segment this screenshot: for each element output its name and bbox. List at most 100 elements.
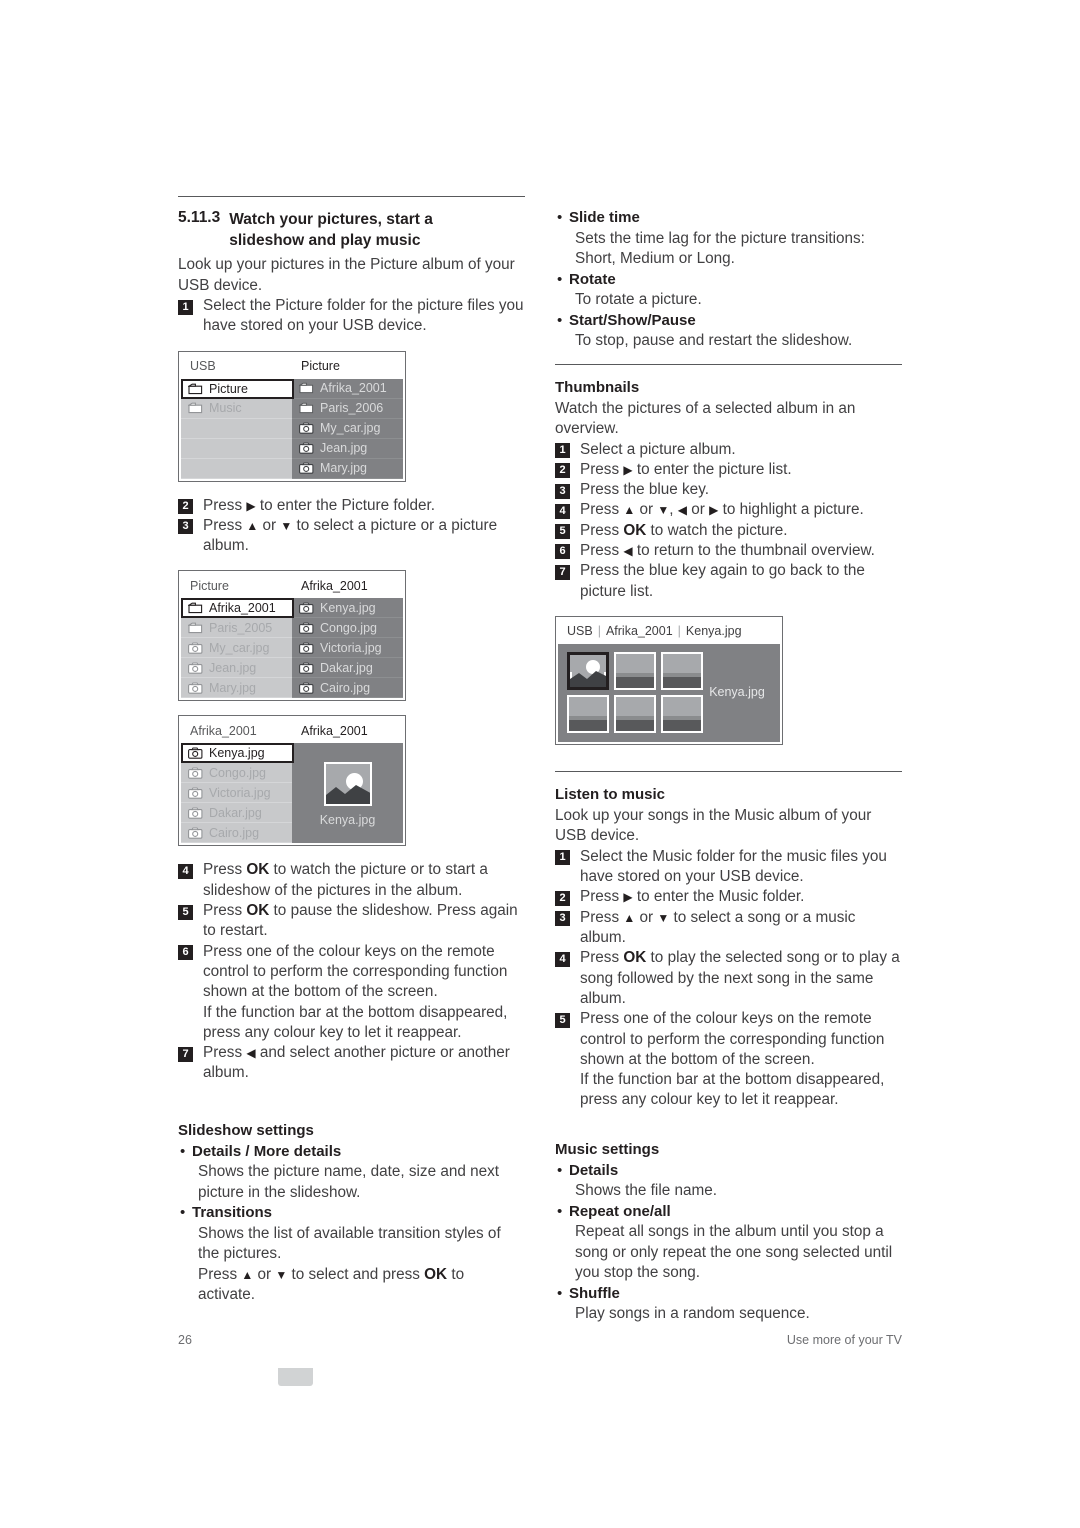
thumbnail-selected[interactable] xyxy=(567,651,609,690)
breadcrumb-item-usb[interactable]: USB xyxy=(567,624,593,638)
step-item: 3 Press the blue key. xyxy=(555,480,902,500)
listen-to-music-heading: Listen to music xyxy=(555,785,666,803)
step-text: Press ▲ or ▼ to select a picture or a pi… xyxy=(203,516,498,555)
list-item-label: Congo.jpg xyxy=(209,765,266,780)
breadcrumb-item-album[interactable]: Afrika_2001 xyxy=(606,624,673,638)
folder-icon xyxy=(298,402,314,414)
list-item-label: Mary.jpg xyxy=(320,461,368,476)
screen-header: Picture Afrika_2001 xyxy=(181,573,403,599)
step-text: Press one of the colour keys on the remo… xyxy=(580,1010,885,1068)
list-item[interactable]: Victoria.jpg xyxy=(292,638,403,659)
screen-header: USB | Afrika_2001 | Kenya.jpg xyxy=(558,618,780,644)
section-title: Watch your pictures, start a slideshow a… xyxy=(229,209,433,251)
thumbnail-grid-body: Kenya.jpg xyxy=(558,643,780,742)
step-text: Press OK to watch the picture. xyxy=(580,521,788,539)
step-item: 4 Press OK to play the selected song or … xyxy=(555,948,902,1009)
list-item[interactable]: Picture xyxy=(181,378,294,399)
thumbnail[interactable] xyxy=(661,651,703,690)
step-badge: 3 xyxy=(178,519,193,535)
bullet-desc: To rotate a picture. xyxy=(575,291,702,308)
list-item-label: Kenya.jpg xyxy=(320,600,376,615)
list-item[interactable]: Paris_2006 xyxy=(292,399,403,419)
arrow-right-icon: ▶ xyxy=(246,498,256,513)
arrow-left-icon: ◀ xyxy=(623,543,633,558)
step-badge: 1 xyxy=(555,850,570,866)
bullet-title: Transitions xyxy=(192,1204,273,1222)
left-pane: Kenya.jpg Congo.jpg Victoria.jpg Dakar.j… xyxy=(181,743,294,844)
bullet-desc: Shows the picture name, date, size and n… xyxy=(198,1163,500,1201)
arrow-up-icon: ▲ xyxy=(623,910,636,925)
step-text: Press ◀ and select another picture or an… xyxy=(203,1044,510,1082)
list-item[interactable]: Mary.jpg xyxy=(292,459,403,479)
slideshow-settings-continued: • Slide time Sets the time lag for the p… xyxy=(555,208,902,352)
step-badge: 1 xyxy=(178,299,193,315)
list-item[interactable]: Afrika_2001 xyxy=(292,379,403,399)
thumbnail[interactable] xyxy=(614,651,656,690)
section-title-line2: slideshow and play music xyxy=(229,232,421,249)
arrow-down-icon: ▼ xyxy=(275,1267,288,1282)
list-item[interactable]: Dakar.jpg xyxy=(181,803,292,824)
list-item[interactable]: Cairo.jpg xyxy=(181,823,292,844)
list-item[interactable]: Afrika_2001 xyxy=(181,598,294,619)
left-column: 5.11.3 Watch your pictures, start a slid… xyxy=(178,196,525,1306)
step-text: Press ▲ or ▼ to select a song or a music… xyxy=(580,908,856,947)
list-item[interactable]: Kenya.jpg xyxy=(181,743,294,764)
list-item-empty xyxy=(181,419,292,439)
bullet-item: • Rotate To rotate a picture. xyxy=(555,270,902,311)
list-item-label: Mary.jpg xyxy=(209,680,257,695)
breadcrumb-item-file[interactable]: Kenya.jpg xyxy=(686,624,742,638)
list-item[interactable]: Congo.jpg xyxy=(292,618,403,639)
step-item: 5 Press one of the colour keys on the re… xyxy=(555,1009,902,1070)
list-item[interactable]: Jean.jpg xyxy=(292,439,403,459)
list-item[interactable]: Paris_2005 xyxy=(181,618,292,639)
step-item-continuation: If the function bar at the bottom disapp… xyxy=(178,1003,525,1044)
list-item-label: Dakar.jpg xyxy=(209,805,262,820)
list-item[interactable]: Victoria.jpg xyxy=(181,783,292,804)
list-item-label: Cairo.jpg xyxy=(320,680,371,695)
step-item: 6 Press ◀ to return to the thumbnail ove… xyxy=(555,541,902,561)
arrow-down-icon: ▼ xyxy=(657,503,670,518)
manual-page: 5.11.3 Watch your pictures, start a slid… xyxy=(0,0,1080,1528)
step-text: Press ▶ to enter the picture list. xyxy=(580,460,792,478)
thumbnails-steps: 1 Select a picture album. 2 Press ▶ to e… xyxy=(555,440,902,602)
list-item[interactable]: Cairo.jpg xyxy=(292,678,403,699)
thumbnail[interactable] xyxy=(567,694,609,733)
camera-icon xyxy=(188,767,203,779)
tv-screen-usb-picture: USB Picture Picture Music Afrika_2001 Pa… xyxy=(178,350,406,482)
list-item[interactable]: Jean.jpg xyxy=(181,658,292,679)
step-text: Press ▲ or ▼, ◀ or ▶ to highlight a pict… xyxy=(580,501,864,519)
arrow-right-icon: ▶ xyxy=(623,890,633,905)
thumbnails-intro: Watch the pictures of a selected album i… xyxy=(555,399,856,438)
folder-icon xyxy=(298,382,314,394)
step-badge: 2 xyxy=(178,499,193,515)
step-badge: 7 xyxy=(178,1046,193,1062)
step-text: Press ◀ to return to the thumbnail overv… xyxy=(580,541,875,559)
list-item[interactable]: Mary.jpg xyxy=(181,678,292,699)
step-badge: 5 xyxy=(555,524,570,540)
list-item[interactable]: My_car.jpg xyxy=(292,419,403,439)
step-item: 3 Press ▲ or ▼ to select a song or a mus… xyxy=(555,908,902,949)
list-item[interactable]: Kenya.jpg xyxy=(292,598,403,619)
thumbnail[interactable] xyxy=(661,694,703,733)
camera-icon xyxy=(188,807,203,819)
breadcrumb-separator: | xyxy=(597,624,601,639)
camera-icon xyxy=(299,682,314,694)
thumbnail[interactable] xyxy=(614,694,656,733)
list-item[interactable]: Congo.jpg xyxy=(181,763,292,784)
list-item[interactable]: Dakar.jpg xyxy=(292,658,403,679)
step-text: Press OK to play the selected song or to… xyxy=(580,949,900,1007)
folder-icon xyxy=(187,383,203,395)
bullet-item: • Slide time Sets the time lag for the p… xyxy=(555,208,902,270)
screen-header-left: USB xyxy=(190,359,216,374)
step-text: Select the Music folder for the music fi… xyxy=(580,847,887,886)
bullet-title: Slide time xyxy=(569,209,640,226)
list-item-label: Cairo.jpg xyxy=(209,825,260,840)
screen-header-left: Afrika_2001 xyxy=(190,723,257,738)
camera-icon xyxy=(299,422,314,434)
list-item[interactable]: Music xyxy=(181,399,292,419)
preview-caption: Kenya.jpg xyxy=(319,812,376,827)
tv-screen-afrika-preview: Afrika_2001 Afrika_2001 Kenya.jpg Congo.… xyxy=(178,715,406,847)
section-title-line1: Watch your pictures, start a xyxy=(229,211,433,228)
list-item[interactable]: My_car.jpg xyxy=(181,638,292,659)
tv-screen-picture-afrika: Picture Afrika_2001 Afrika_2001 Paris_20… xyxy=(178,570,406,702)
